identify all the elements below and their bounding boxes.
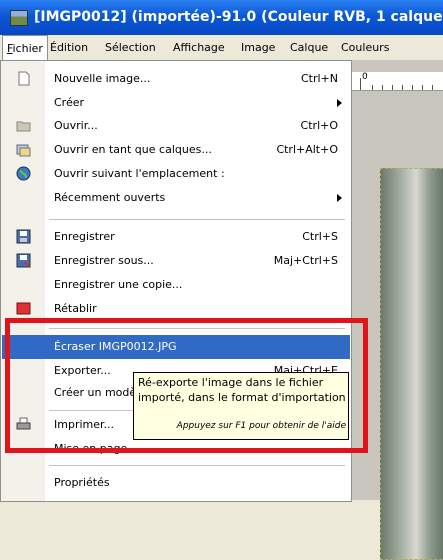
save-icon (16, 229, 31, 244)
menu-item-save-copy[interactable]: Enregistrer une copie... (2, 273, 350, 297)
menu-item-properties[interactable]: Propriétés (2, 471, 350, 495)
save-as-icon (16, 253, 31, 268)
revert-icon (16, 301, 31, 316)
menu-item-open-location[interactable]: Ouvrir suivant l'emplacement : (2, 162, 350, 186)
menu-item-save[interactable]: Enregistrer Ctrl+S (2, 225, 350, 249)
new-image-icon (16, 71, 31, 86)
menu-image[interactable]: Image (237, 35, 279, 60)
window-title: [IMGP0012] (importée)-91.0 (Couleur RVB,… (34, 9, 443, 25)
window-titlebar[interactable]: [IMGP0012] (importée)-91.0 (Couleur RVB,… (0, 0, 443, 35)
image-canvas[interactable] (380, 168, 443, 560)
annotation-highlight-box (5, 318, 368, 453)
menubar: Fichier Édition Sélection Affichage Imag… (0, 35, 443, 60)
menu-couleurs[interactable]: Couleurs (337, 35, 393, 60)
menu-item-new-image[interactable]: Nouvelle image... Ctrl+N (2, 67, 350, 91)
submenu-arrow-icon (337, 194, 342, 202)
menu-item-create[interactable]: Créer (2, 91, 350, 115)
menu-separator (49, 219, 345, 220)
menu-edition[interactable]: Édition (46, 35, 92, 60)
globe-icon (16, 166, 31, 181)
ruler-origin-label: 0 (362, 72, 368, 82)
submenu-arrow-icon (337, 99, 342, 107)
menu-item-open-as-layers[interactable]: Ouvrir en tant que calques... Ctrl+Alt+O (2, 138, 350, 162)
menu-fichier[interactable]: Fichier (2, 35, 48, 60)
open-folder-icon (16, 118, 31, 133)
menu-selection[interactable]: Sélection (101, 35, 160, 60)
menu-calque[interactable]: Calque (286, 35, 332, 60)
menu-item-open[interactable]: Ouvrir... Ctrl+O (2, 114, 350, 138)
menu-separator (49, 465, 345, 466)
menu-item-save-as[interactable]: Enregistrer sous... Maj+Ctrl+S (2, 249, 350, 273)
gimp-image-icon (10, 10, 28, 26)
open-layers-icon (16, 142, 31, 157)
menu-affichage[interactable]: Affichage (169, 35, 229, 60)
menu-item-recent[interactable]: Récemment ouverts (2, 186, 350, 210)
horizontal-ruler[interactable]: 0 (350, 72, 443, 91)
